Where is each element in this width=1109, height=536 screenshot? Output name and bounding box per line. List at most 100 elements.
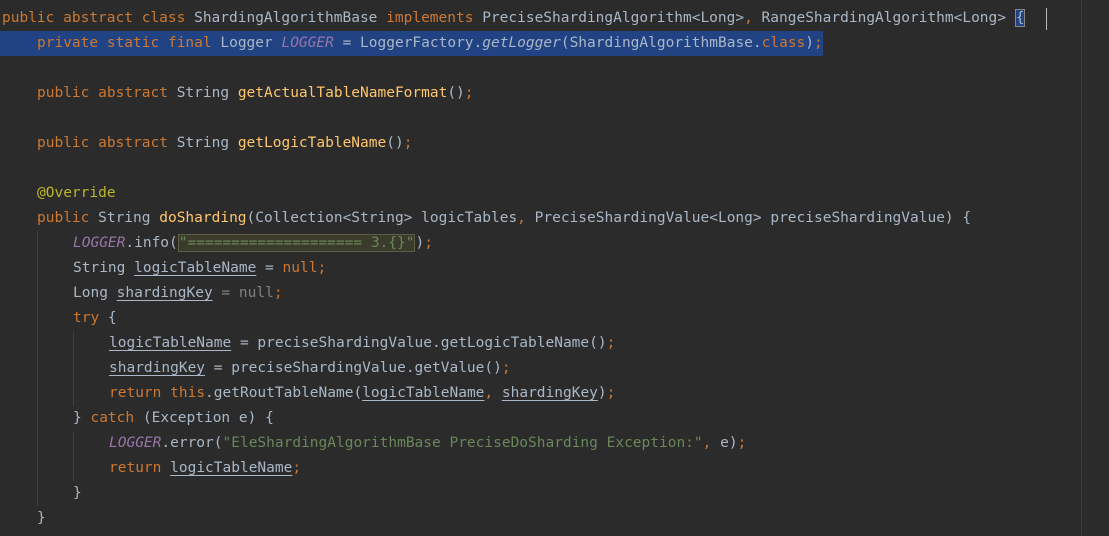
code-line-9[interactable]: public String doSharding(Collection<Stri…: [37, 206, 1109, 231]
code-token: {: [99, 310, 117, 326]
code-line-12[interactable]: Long shardingKey = null;: [0, 281, 1080, 306]
code-line-4[interactable]: public abstract String getActualTableNam…: [37, 81, 1109, 106]
indent-guide: [37, 406, 38, 431]
static-method: getLogger: [482, 35, 561, 51]
code-token: =: [256, 260, 283, 276]
local-variable: logicTableName: [362, 385, 485, 401]
interface-name: PreciseShardingAlgorithm<Long>: [473, 10, 745, 26]
keyword-private: private: [37, 35, 99, 51]
indent-guide: [37, 381, 38, 406]
keyword-return: return: [109, 460, 162, 476]
code-token: = preciseShardingValue.getValue(): [205, 360, 502, 376]
type-name: String: [89, 210, 160, 226]
code-editor[interactable]: public abstract class ShardingAlgorithmB…: [0, 0, 1109, 536]
indent-guide: [37, 306, 38, 331]
code-line-10[interactable]: LOGGER.info("==================== 3.{}")…: [0, 231, 1080, 256]
indent-guide: [37, 281, 38, 306]
code-token: e): [711, 435, 738, 451]
local-variable: shardingKey: [501, 385, 598, 401]
comma: ,: [744, 10, 753, 26]
semicolon: ;: [317, 260, 327, 276]
keyword-class: class: [761, 35, 806, 51]
local-variable: shardingKey: [109, 360, 206, 376]
keyword-implements: implements: [386, 10, 474, 26]
comma: ,: [484, 385, 494, 401]
type-name: String: [167, 135, 238, 151]
code-line-19[interactable]: return logicTableName;: [0, 456, 1080, 481]
code-token: (ShardingAlgorithmBase.: [560, 35, 762, 51]
type-name: String: [167, 85, 238, 101]
local-variable: logicTableName: [170, 460, 293, 476]
code-line-15[interactable]: shardingKey = preciseShardingValue.getVa…: [0, 356, 1080, 381]
semicolon: ;: [403, 135, 413, 151]
code-line-16[interactable]: return this.getRoutTableName(logicTableN…: [0, 381, 1080, 406]
code-line-21[interactable]: }: [37, 506, 1109, 531]
code-token: ): [805, 35, 815, 51]
semicolon: ;: [737, 435, 747, 451]
code-token: =: [212, 285, 239, 301]
keyword-static: static: [106, 35, 160, 51]
local-variable: shardingKey: [116, 285, 213, 301]
semicolon: ;: [814, 35, 823, 51]
code-line-18[interactable]: LOGGER.error("EleShardingAlgorithmBase P…: [0, 431, 1080, 456]
indent-guide: [73, 356, 74, 381]
local-variable: logicTableName: [134, 260, 257, 276]
static-field: LOGGER: [281, 35, 334, 51]
annotation: @Override: [37, 185, 116, 201]
indent-guide: [37, 356, 38, 381]
semicolon: ;: [501, 360, 511, 376]
method-name: doSharding: [159, 210, 247, 226]
string-literal: "==================== 3.{}": [177, 234, 416, 252]
indent-guide: [73, 431, 74, 456]
selection-highlight: [0, 31, 37, 56]
indent-guide: [37, 256, 38, 281]
indent-guide: [37, 231, 38, 256]
semicolon: ;: [273, 285, 283, 301]
indent-guide: [73, 456, 74, 481]
close-brace: }: [73, 485, 82, 501]
type-name: String: [73, 260, 135, 276]
type-name: Logger: [211, 35, 282, 51]
method-name: getActualTableNameFormat: [237, 85, 448, 101]
keyword-class: class: [141, 10, 186, 26]
code-token: .info(: [125, 235, 178, 251]
text-caret: [1046, 8, 1047, 30]
keyword-abstract: abstract: [98, 135, 168, 151]
keyword-public: public: [37, 85, 90, 101]
code-token: = preciseShardingValue.getLogicTableName…: [231, 335, 607, 351]
code-line-11[interactable]: String logicTableName = null;: [0, 256, 1080, 281]
code-token: .getRoutTableName(: [205, 385, 363, 401]
keyword-final: final: [167, 35, 212, 51]
code-line-14[interactable]: logicTableName = preciseShardingValue.ge…: [0, 331, 1080, 356]
code-line-20[interactable]: }: [0, 481, 1080, 506]
code-token: }: [73, 410, 91, 426]
indent-guide: [37, 456, 38, 481]
static-field: LOGGER: [73, 235, 126, 251]
code-line-2[interactable]: private static final Logger LOGGER = Log…: [0, 31, 847, 56]
keyword-null: null: [282, 260, 318, 276]
keyword-null: null: [238, 285, 274, 301]
code-token: = LoggerFactory.: [333, 35, 483, 51]
keyword-catch: catch: [90, 410, 135, 426]
code-token: (): [386, 135, 404, 151]
indent-guide: [37, 431, 38, 456]
code-line-8[interactable]: @Override: [37, 181, 1109, 206]
keyword-return: return: [109, 385, 162, 401]
code-line-17[interactable]: } catch (Exception e) {: [0, 406, 1080, 431]
indent-guide: [37, 481, 38, 506]
indent-guide: [37, 331, 38, 356]
local-variable: logicTableName: [109, 335, 232, 351]
code-token: PreciseShardingValue<Long> preciseShardi…: [525, 210, 972, 226]
code-line-6[interactable]: public abstract String getLogicTableName…: [37, 131, 1109, 156]
indent-guide: [73, 381, 74, 406]
string-literal: "EleShardingAlgorithmBase PreciseDoShard…: [222, 435, 703, 451]
keyword-public: public: [37, 210, 90, 226]
code-line-13[interactable]: try {: [0, 306, 1080, 331]
code-token: .error(: [161, 435, 223, 451]
code-line-1[interactable]: public abstract class ShardingAlgorithmB…: [2, 6, 1082, 31]
code-token: ): [597, 385, 607, 401]
